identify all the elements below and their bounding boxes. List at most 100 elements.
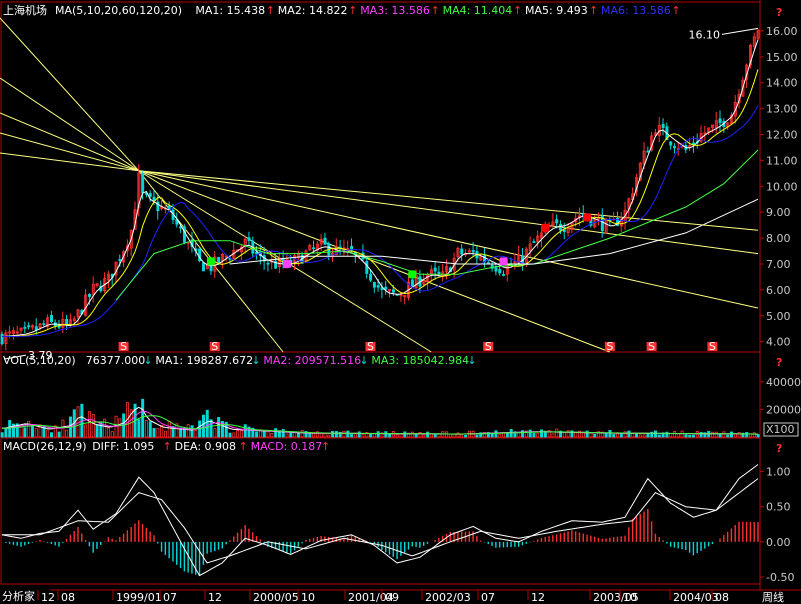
candle-body [323, 237, 327, 245]
header-arrow: ↓ [143, 354, 152, 367]
fan-ray-0 [0, 17, 140, 172]
volume-bar [95, 424, 99, 438]
candle-body [502, 274, 506, 276]
time-axis-label: 08 [61, 591, 75, 604]
volume-bar [665, 431, 669, 438]
volume-bar [334, 431, 338, 438]
volume-bar [228, 432, 232, 438]
volume-bar [692, 434, 696, 438]
volume-bar [391, 431, 395, 438]
volume-bar [536, 433, 540, 438]
stock-name: 上海机场 [3, 3, 47, 17]
volume-bar [418, 432, 422, 438]
event-mark: S [606, 340, 613, 353]
volume-bar [232, 432, 236, 438]
volume-bar [205, 409, 209, 438]
candle-body [471, 250, 475, 253]
help-icon: ? [776, 6, 782, 19]
volume-bar [612, 434, 616, 438]
volume-bar [270, 432, 274, 438]
event-mark: S [367, 340, 374, 353]
event-mark: S [709, 340, 716, 353]
volume-bar [141, 398, 145, 438]
price-header-item: MA5: 9.493 [525, 4, 588, 17]
volume-bar [49, 432, 53, 438]
header-arrow: ↑ [239, 440, 248, 453]
volume-bar [110, 431, 114, 438]
volume-bar [384, 431, 388, 438]
volume-bar [460, 434, 464, 438]
volume-bar [699, 431, 703, 438]
price-tick-label: 13.00 [766, 103, 798, 116]
volume-bar [274, 428, 278, 438]
time-axis-label: 12 [531, 591, 545, 604]
macd-header-item: DIFF: 1.095 [92, 440, 154, 453]
macd-tick-label: 0.50 [766, 501, 791, 514]
volume-bar [714, 431, 718, 438]
help-icon: ? [776, 442, 782, 455]
time-axis-label: 12 [41, 591, 55, 604]
volume-bar [756, 434, 760, 438]
volume-bar [627, 430, 631, 438]
ma6-line [2, 105, 759, 337]
candle-body [376, 285, 380, 288]
volume-header-item: VOL(5,10,20) [3, 354, 76, 367]
header-arrow: ↑ [589, 4, 598, 17]
volume-bar [148, 421, 152, 438]
volume-bar [388, 433, 392, 438]
volume-bar [99, 422, 103, 438]
volume-bar [243, 424, 247, 438]
time-axis-label: 08 [715, 591, 729, 604]
volume-bar [426, 431, 430, 438]
candle-body [559, 223, 563, 231]
signal-marker [583, 213, 592, 222]
candle-body [42, 323, 46, 326]
candle-body [372, 282, 376, 288]
header-arrow: ↑ [671, 4, 680, 17]
high-price-pointer [721, 27, 759, 35]
volume-bar [57, 431, 61, 438]
price-tick-label: 9.00 [766, 206, 791, 219]
price-header-item: MA3: 13.586 [360, 4, 430, 17]
volume-bar [213, 428, 217, 438]
volume-bar [144, 420, 148, 438]
volume-bar [19, 426, 23, 438]
candle-body [148, 193, 152, 197]
volume-tick-label: 20000 [766, 403, 801, 416]
volume-bar [296, 432, 300, 438]
signal-marker [541, 223, 550, 232]
time-axis-label: 1999/01 [116, 591, 162, 604]
volume-bar [376, 431, 380, 438]
volume-header-item: MA3: 185042.984 [371, 354, 469, 367]
time-axis-label: 12 [208, 591, 222, 604]
volume-bar [528, 429, 532, 438]
volume-bar [167, 420, 171, 438]
volume-bar [433, 434, 437, 438]
candle-body [718, 118, 722, 124]
price-tick-label: 11.00 [766, 154, 798, 167]
header-arrow: ↓ [467, 354, 476, 367]
volume-bar [84, 424, 88, 438]
candle-body [167, 205, 171, 209]
volume-bar [53, 425, 57, 438]
volume-bar [403, 431, 407, 438]
price-tick-label: 10.00 [766, 180, 798, 193]
time-axis-label: 2002/03 [425, 591, 471, 604]
volume-bar [410, 431, 414, 438]
header-arrow: ↓ [251, 354, 260, 367]
event-mark: S [648, 340, 655, 353]
price-tick-label: 6.00 [766, 284, 791, 297]
macd-header-item: MACD(26,12,9) [3, 440, 87, 453]
candle-body [369, 273, 373, 281]
candle-body [433, 267, 437, 272]
price-header-item: MA4: 11.404 [443, 4, 513, 17]
price-header-item: MA1: 15.438 [195, 4, 265, 17]
volume-bar [23, 427, 27, 438]
price-tick-label: 14.00 [766, 77, 798, 90]
event-mark: S [211, 340, 218, 353]
candle-body [661, 123, 665, 129]
vol-ma2-line [1, 410, 759, 435]
volume-header-item: MA1: 198287.672 [155, 354, 253, 367]
volume-bar [137, 419, 141, 438]
volume-bar [357, 431, 361, 438]
